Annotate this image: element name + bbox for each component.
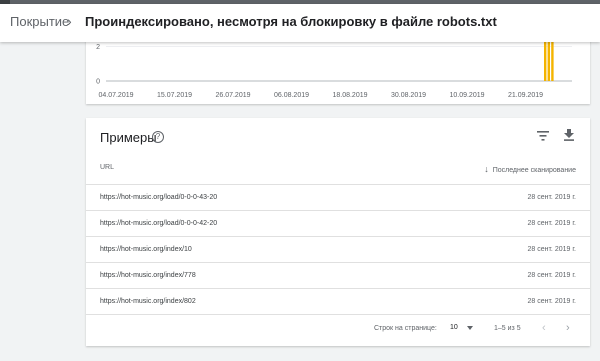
table-row[interactable]: https://hot-music.org/index/778 28 сент.…	[86, 262, 590, 288]
column-header-last-crawled-label: Последнее сканирование	[492, 167, 576, 174]
y-tick-label: 2	[96, 44, 100, 51]
help-circle-icon[interactable]: ?	[152, 131, 164, 143]
row-url: https://hot-music.org/index/802	[100, 298, 196, 305]
row-url: https://hot-music.org/load/0-0-0-43-20	[100, 194, 218, 201]
x-tick-label: 18.08.2019	[332, 92, 367, 99]
row-url: https://hot-music.org/index/778	[100, 272, 196, 279]
x-tick-label: 30.08.2019	[391, 92, 426, 99]
sort-arrow-down-icon: ↓	[484, 164, 489, 174]
x-tick-label: 26.07.2019	[215, 92, 250, 99]
chevron-right-icon: ›	[67, 13, 72, 29]
examples-card: Примеры ? URL ↓ Последнее сканирование ht…	[86, 118, 590, 346]
table-row[interactable]: https://hot-music.org/index/802 28 сент.…	[86, 288, 590, 314]
row-date: 28 сент. 2019 г.	[527, 194, 576, 201]
row-date: 28 сент. 2019 г.	[527, 272, 576, 279]
row-date: 28 сент. 2019 г.	[527, 246, 576, 253]
table-row[interactable]: https://hot-music.org/load/0-0-0-42-20 2…	[86, 210, 590, 236]
chevron-left-icon[interactable]: ‹	[542, 322, 546, 334]
y-tick-label: 0	[96, 79, 100, 86]
x-tick-label: 06.08.2019	[274, 92, 309, 99]
dropdown-caret-icon[interactable]	[467, 326, 473, 330]
examples-title: Примеры	[100, 130, 157, 145]
pagination: Строк на странице: 10 1–5 из 5 ‹ ›	[86, 318, 590, 338]
row-url: https://hot-music.org/load/0-0-0-42-20	[100, 220, 218, 227]
x-tick-label: 10.09.2019	[449, 92, 484, 99]
x-tick-label: 04.07.2019	[98, 92, 133, 99]
column-header-last-crawled[interactable]: ↓ Последнее сканирование	[484, 164, 576, 174]
examples-table: https://hot-music.org/load/0-0-0-43-20 2…	[86, 184, 590, 315]
page-title: Проиндексировано, несмотря на блокировку…	[85, 14, 497, 29]
column-header-url[interactable]: URL	[100, 164, 114, 171]
row-url: https://hot-music.org/index/10	[100, 246, 192, 253]
row-date: 28 сент. 2019 г.	[527, 298, 576, 305]
rows-per-page-select[interactable]: 10	[450, 324, 458, 331]
chevron-right-icon[interactable]: ›	[566, 322, 570, 334]
page-range: 1–5 из 5	[494, 325, 521, 332]
table-row[interactable]: https://hot-music.org/load/0-0-0-43-20 2…	[86, 184, 590, 210]
page-header: Покрытие › Проиндексировано, несмотря на…	[0, 4, 600, 42]
table-divider	[86, 314, 590, 315]
bar[interactable]	[547, 38, 550, 81]
row-date: 28 сент. 2019 г.	[527, 220, 576, 227]
bar[interactable]	[551, 38, 554, 81]
breadcrumb-coverage[interactable]: Покрытие	[10, 14, 69, 29]
x-tick-label: 21.09.2019	[508, 92, 543, 99]
download-icon[interactable]	[564, 129, 574, 141]
bar[interactable]	[544, 38, 547, 81]
table-row[interactable]: https://hot-music.org/index/10 28 сент. …	[86, 236, 590, 262]
filter-icon[interactable]	[537, 131, 549, 141]
rows-per-page-label: Строк на странице:	[374, 325, 437, 332]
x-tick-label: 15.07.2019	[157, 92, 192, 99]
